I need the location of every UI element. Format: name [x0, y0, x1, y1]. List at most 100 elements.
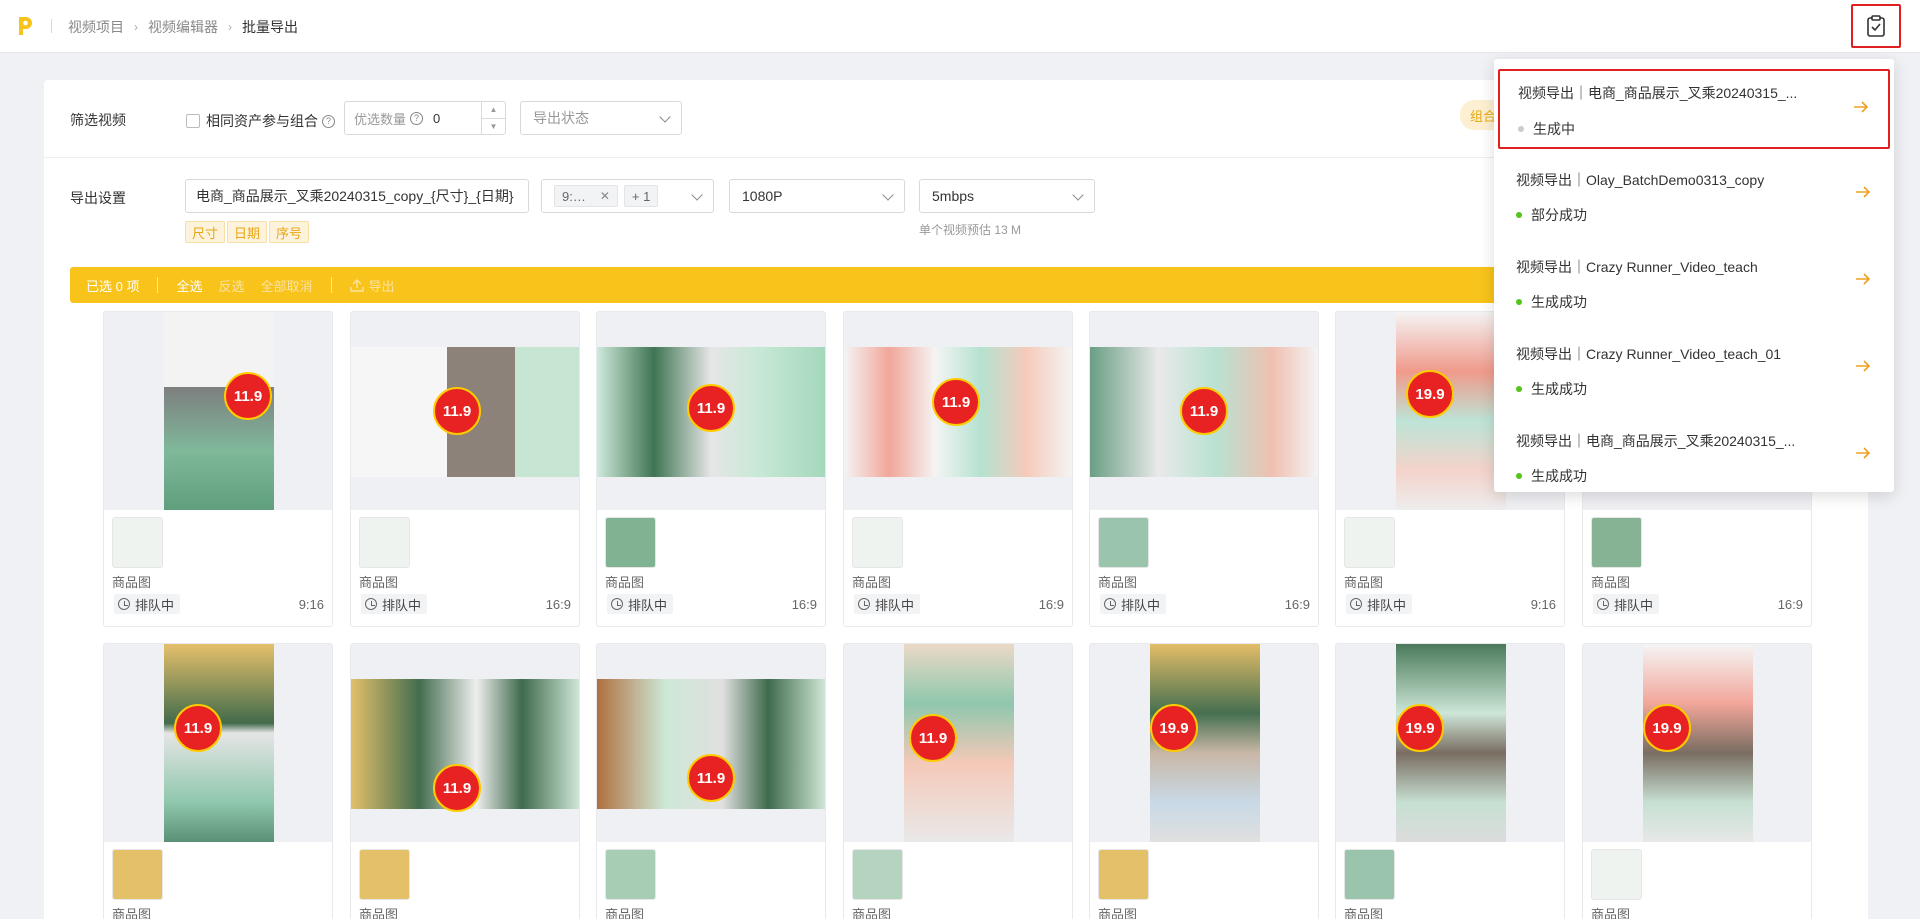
status-dot-icon — [1518, 126, 1524, 132]
price-badge: 19.9 — [1150, 704, 1198, 752]
asset-thumbnail[interactable] — [605, 849, 656, 900]
price-badge: 11.9 — [433, 764, 481, 812]
asset-thumbnail[interactable] — [359, 849, 410, 900]
bitrate-select[interactable]: 5mbps — [919, 179, 1095, 213]
video-card[interactable]: 11.9 商品图 — [596, 643, 826, 919]
increment-icon[interactable]: ▲ — [482, 102, 505, 119]
asset-thumbnail[interactable] — [1098, 849, 1149, 900]
video-card[interactable]: 11.9 商品图 排队中 16:9 — [843, 311, 1073, 627]
help-icon[interactable]: ? — [322, 114, 335, 128]
video-preview[interactable]: 11.9 — [597, 312, 825, 510]
cancel-all-button[interactable]: 全部取消 — [261, 276, 313, 295]
select-all-button[interactable]: 全选 — [176, 276, 202, 295]
clock-icon — [1597, 598, 1609, 610]
video-preview[interactable]: 11.9 — [104, 644, 332, 842]
video-preview[interactable]: 19.9 — [1583, 644, 1811, 842]
video-card[interactable]: 11.9 商品图 排队中 16:9 — [350, 311, 580, 627]
video-preview[interactable]: 11.9 — [1090, 312, 1318, 510]
video-card[interactable]: 11.9 商品图 — [843, 643, 1073, 919]
arrow-right-icon[interactable] — [1852, 98, 1870, 116]
asset-thumbnail[interactable] — [1344, 517, 1395, 568]
video-preview[interactable]: 19.9 — [1090, 644, 1318, 842]
arrow-right-icon[interactable] — [1854, 183, 1872, 201]
ratio-chip[interactable]: 9:… ✕ — [554, 185, 618, 207]
close-icon[interactable]: ✕ — [600, 189, 610, 203]
preferred-count-value[interactable]: 0 — [433, 111, 440, 126]
app-logo-icon[interactable] — [16, 15, 34, 37]
price-badge: 11.9 — [224, 372, 272, 420]
upload-icon — [349, 279, 364, 292]
asset-thumbnail[interactable] — [359, 517, 410, 568]
task-item[interactable]: 视频导出｜Crazy Runner_Video_teach_01 生成成功 — [1494, 321, 1894, 409]
filename-input[interactable]: 电商_商品展示_叉乘20240315_copy_{尺寸}_{日期} — [185, 179, 529, 213]
task-item[interactable]: 视频导出｜Crazy Runner_Video_teach 生成成功 — [1494, 234, 1894, 322]
video-card[interactable]: 11.9 商品图 排队中 9:16 — [103, 311, 333, 627]
video-preview[interactable]: 11.9 — [844, 312, 1072, 510]
arrow-right-icon[interactable] — [1854, 357, 1872, 375]
price-badge: 11.9 — [687, 754, 735, 802]
video-card[interactable]: 11.9 商品图 — [350, 643, 580, 919]
task-item[interactable]: 视频导出｜电商_商品展示_叉乘20240315_... 生成中 — [1498, 69, 1890, 149]
selected-count: 已选 0 项 — [86, 278, 140, 294]
video-card[interactable]: 11.9 商品图 — [103, 643, 333, 919]
task-item[interactable]: 视频导出｜电商_商品展示_叉乘20240315_... 生成成功 — [1494, 408, 1894, 492]
task-status: 生成成功 — [1516, 292, 1587, 312]
task-list-button[interactable] — [1851, 4, 1901, 48]
status-text: 排队中 — [382, 597, 422, 613]
video-preview[interactable]: 11.9 — [351, 644, 579, 842]
video-preview[interactable]: 19.9 — [1336, 644, 1564, 842]
breadcrumb-video-editor[interactable]: 视频编辑器 — [148, 17, 218, 37]
asset-thumbnail[interactable] — [112, 849, 163, 900]
status-text: 排队中 — [1367, 597, 1407, 613]
video-card[interactable]: 19.9 商品图 — [1089, 643, 1319, 919]
export-status-select[interactable]: 导出状态 — [520, 101, 682, 135]
video-card[interactable]: 19.9 商品图 — [1335, 643, 1565, 919]
asset-kind-label: 商品图 — [1591, 907, 1631, 919]
ratio-select[interactable]: 9:… ✕ + 1 — [541, 179, 714, 213]
number-stepper[interactable]: ▲ ▼ — [481, 102, 505, 134]
video-card[interactable]: 19.9 商品图 — [1582, 643, 1812, 919]
asset-thumbnail[interactable] — [852, 849, 903, 900]
video-preview[interactable]: 11.9 — [844, 644, 1072, 842]
ratio-chip-label: 9:… — [562, 188, 586, 204]
video-preview[interactable]: 11.9 — [597, 644, 825, 842]
export-status-placeholder: 导出状态 — [533, 110, 589, 126]
checkbox-box[interactable] — [186, 114, 200, 128]
asset-thumbnail[interactable] — [605, 517, 656, 568]
asset-thumbnail[interactable] — [1098, 517, 1149, 568]
video-card[interactable]: 11.9 商品图 排队中 16:9 — [596, 311, 826, 627]
same-asset-checkbox[interactable]: 相同资产参与组合 ? — [186, 111, 335, 131]
resolution-value: 1080P — [742, 188, 783, 204]
asset-thumbnail[interactable] — [1591, 517, 1642, 568]
invert-selection-button[interactable]: 反选 — [218, 276, 244, 295]
help-icon[interactable]: ? — [410, 111, 424, 125]
asset-thumbnail[interactable] — [1344, 849, 1395, 900]
status-badge: 排队中 — [1593, 594, 1660, 614]
video-card[interactable]: 11.9 商品图 排队中 16:9 — [1089, 311, 1319, 627]
video-preview[interactable]: 11.9 — [351, 312, 579, 510]
price-badge: 19.9 — [1643, 704, 1691, 752]
preferred-count-input[interactable]: 优选数量 ? 0 ▲ ▼ — [344, 101, 506, 135]
aspect-ratio-label: 9:16 — [298, 597, 324, 612]
decrement-icon[interactable]: ▼ — [482, 119, 505, 135]
task-status: 生成中 — [1518, 119, 1575, 139]
price-badge: 11.9 — [932, 378, 980, 426]
tag-date[interactable]: 日期 — [227, 221, 268, 243]
video-preview[interactable]: 11.9 — [104, 312, 332, 510]
asset-thumbnail[interactable] — [852, 517, 903, 568]
asset-thumbnail[interactable] — [112, 517, 163, 568]
arrow-right-icon[interactable] — [1854, 270, 1872, 288]
export-button[interactable]: 导出 — [349, 276, 395, 295]
task-item[interactable]: 视频导出｜Olay_BatchDemo0313_copy 部分成功 — [1494, 147, 1894, 235]
chevron-right-icon: › — [228, 20, 232, 34]
resolution-select[interactable]: 1080P — [729, 179, 905, 213]
arrow-right-icon[interactable] — [1854, 444, 1872, 462]
ratio-more-chip[interactable]: + 1 — [623, 185, 659, 207]
tag-serial[interactable]: 序号 — [269, 221, 310, 243]
price-badge: 11.9 — [909, 714, 957, 762]
task-status-text: 生成成功 — [1531, 381, 1587, 397]
tag-size[interactable]: 尺寸 — [185, 221, 226, 243]
asset-thumbnail[interactable] — [1591, 849, 1642, 900]
chevron-down-icon — [1072, 189, 1084, 201]
breadcrumb-video-project[interactable]: 视频项目 — [68, 17, 124, 37]
